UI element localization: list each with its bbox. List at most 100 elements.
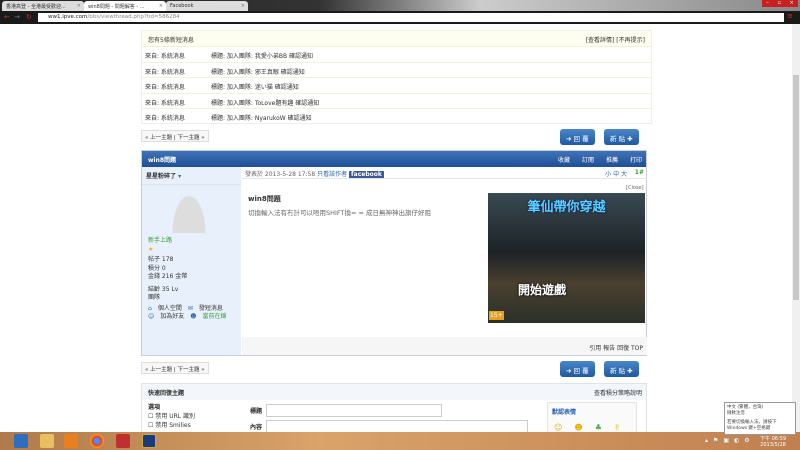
lol-icon[interactable] [142, 434, 156, 448]
send-message-link[interactable]: 發短消息 [199, 305, 223, 314]
tip-line: 微軟注音 [727, 411, 745, 416]
stat-posts: 帖子 178 [148, 256, 174, 263]
close-icon[interactable]: × [77, 3, 81, 9]
scrollbar-thumb[interactable] [793, 75, 799, 300]
tray-icons[interactable]: ▴⚑▣◐⚙ [705, 437, 755, 444]
browser-tab-strip: 香港高登 - 全港最受歡迎... × win8問題 - 問題解答 - ... × F… [0, 0, 800, 11]
post-date: 發表於 2013-5-28 17:58 [245, 171, 316, 178]
tip-line: Windows 鍵+空格鍵 [727, 426, 771, 431]
address-bar[interactable]: ww1.ipve.com/bbs/viewthread.php?tid=5862… [38, 13, 784, 22]
new-post-button-bottom[interactable]: 新 貼 ✚ [604, 361, 639, 377]
message-from: 來自: 系統消息 [145, 115, 185, 123]
disable-smilies-checkbox[interactable]: ☐ [148, 422, 153, 429]
laugh-icon[interactable]: ☻ [574, 423, 582, 432]
content-label: 內容 [250, 424, 263, 431]
victory-icon[interactable]: ✌ [614, 423, 621, 432]
tab-label: Facebook [170, 3, 194, 9]
cheer-icon[interactable]: ♣ [595, 423, 602, 432]
app-icon-2[interactable] [116, 434, 130, 448]
message-row[interactable]: 來自: 系統消息 標題: 加入團隊: 迷い猫 確認通知 [142, 77, 651, 93]
message-from: 來自: 系統消息 [145, 53, 185, 60]
smiley-icon[interactable]: ☺ [554, 423, 562, 432]
personal-space-link[interactable]: 個人空間 [158, 305, 182, 314]
message-row[interactable]: 來自: 系統消息 標題: 加入團隊: 邪王真眼 確認通知 [142, 61, 651, 78]
ad-rating: 15+ [489, 311, 504, 320]
post-footer-links[interactable]: 引用 報告 回復 TOP [242, 337, 647, 355]
post-title: win8問題 [248, 195, 281, 203]
file-explorer-icon[interactable] [40, 434, 54, 448]
post-body: 切換輸入法有冇計可以唔用SHIFT換= = 成日無神神出旗仔好阻 [248, 209, 432, 217]
recommend-link[interactable]: 推薦 [606, 155, 618, 164]
menu-icon[interactable]: ≡ [787, 12, 793, 20]
quick-reply-title: 快速回復主題 [148, 390, 185, 397]
avatar[interactable] [172, 195, 206, 233]
message-from: 來自: 系統消息 [145, 99, 185, 107]
default-smilies-title: 默認表情 [552, 409, 577, 416]
notice-links[interactable]: [查看詳情] [不再提示] [586, 35, 645, 44]
back-icon[interactable]: ← [4, 13, 10, 21]
disable-url-checkbox[interactable]: ☐ [148, 413, 153, 420]
tab-facebook[interactable]: Facebook × [166, 1, 248, 11]
reload-icon[interactable]: ↻ [26, 13, 32, 21]
clock[interactable]: 下午 06:59 2013/5/28 [760, 435, 786, 448]
forward-icon[interactable]: → [14, 13, 20, 21]
reply-button[interactable]: ➔ 回 覆 [560, 129, 595, 145]
home-icon: ⌂ [148, 304, 152, 312]
message-subject[interactable]: 標題: 加入團隊: ToLove題有趣 確認通知 [211, 98, 319, 107]
stat-money: 金錢 216 金幣 [148, 273, 188, 280]
subscribe-link[interactable]: 訂閱 [582, 155, 594, 164]
reply-button-bottom[interactable]: ➔ 回 覆 [560, 361, 595, 377]
date: 2013/5/28 [760, 442, 786, 448]
message-row[interactable]: 來自: 系統消息 標題: 加入團隊: ToLove題有趣 確認通知 [142, 92, 651, 109]
game-ad-image[interactable]: 筆仙帶你穿越 開始遊戲 15+ [488, 193, 645, 323]
message-icon: ✉ [187, 304, 193, 312]
tab-win8[interactable]: win8問題 - 問題解答 - ... × [84, 1, 166, 11]
facebook-share-button[interactable]: facebook [349, 171, 384, 178]
post-table: win8問題 收藏 訂閱 推薦 打印 星星粉碎了 ▾ 新手上路 ★ 帖子 178 積分… [141, 150, 647, 356]
stat-team: 團隊 [148, 294, 161, 301]
time: 下午 06:59 [760, 436, 786, 442]
message-from: 來自: 系統消息 [145, 68, 185, 76]
prev-next-thread-bottom[interactable]: « 上一主題 | 下一主題 » [141, 362, 209, 374]
new-messages-notice: 您有5條新短消息 [查看詳情] [不再提示] 來自: 系統消息 標題: 加入團隊: … [141, 30, 652, 124]
prev-next-thread[interactable]: « 上一主題 | 下一主題 » [141, 130, 209, 142]
stat-points: 積分 0 [148, 264, 166, 272]
close-window-button[interactable]: × [789, 0, 793, 7]
thread-title: win8問題 [148, 157, 177, 164]
font-size-links[interactable]: 小 中 大 [605, 169, 627, 178]
favorite-link[interactable]: 收藏 [558, 155, 570, 164]
message-subject[interactable]: 標題: 加入團隊: NyarukoW 確認通知 [211, 113, 312, 122]
subject-input[interactable] [266, 404, 442, 417]
app-icon[interactable] [64, 434, 78, 448]
ime-tooltip: 中文 (繁體，台灣) 微軟注音 若要切換輸入法，請按下 Windows 鍵+空格… [724, 402, 796, 435]
message-row[interactable]: 來自: 系統消息 標題: 加入團隊: 我愛小弟BB 確認通知 [142, 46, 651, 62]
chrome-icon[interactable] [90, 434, 104, 448]
new-post-button[interactable]: 新 貼 ✚ [604, 129, 639, 145]
message-row[interactable]: 來自: 系統消息 標題: 加入團隊: NyarukoW 確認通知 [142, 108, 651, 124]
restore-button[interactable]: ▫ [777, 0, 780, 7]
ad-title: 筆仙帶你穿越 [527, 200, 606, 215]
close-icon[interactable]: × [241, 3, 245, 9]
url-path: /bbs/viewthread.php?tid=586284 [87, 14, 180, 20]
chevron-down-icon[interactable]: ▾ [178, 173, 181, 180]
ie-icon[interactable] [14, 434, 28, 448]
print-link[interactable]: 打印 [630, 155, 642, 164]
only-author-link[interactable]: 只看該作者 [317, 171, 347, 178]
message-from: 來自: 系統消息 [145, 84, 185, 92]
ad-close-button[interactable]: [Close] [626, 185, 644, 191]
author-name[interactable]: 星星粉碎了 [146, 173, 176, 180]
user-rank: 新手上路 [148, 237, 173, 244]
close-icon[interactable]: × [159, 3, 163, 9]
minimize-button[interactable]: – [766, 0, 769, 7]
message-subject[interactable]: 標題: 加入團隊: 邪王真眼 確認通知 [211, 67, 305, 76]
message-subject[interactable]: 標題: 加入團隊: 迷い猫 確認通知 [211, 82, 299, 91]
window-controls: – ▫ × [762, 0, 798, 7]
points-help-link[interactable]: 查看積分策略說明 [594, 388, 642, 397]
add-friend-link[interactable]: 加為好友 [160, 313, 184, 322]
disable-url-label: 禁用 URL 識別 [155, 413, 196, 420]
message-subject[interactable]: 標題: 加入團隊: 我愛小弟BB 確認通知 [211, 51, 313, 60]
tab-hkgolden[interactable]: 香港高登 - 全港最受歡迎... × [2, 1, 84, 11]
add-friend-icon: ☺ [148, 313, 155, 320]
ad-start-button[interactable]: 開始遊戲 [518, 281, 566, 298]
star-icon: ★ [148, 245, 154, 253]
